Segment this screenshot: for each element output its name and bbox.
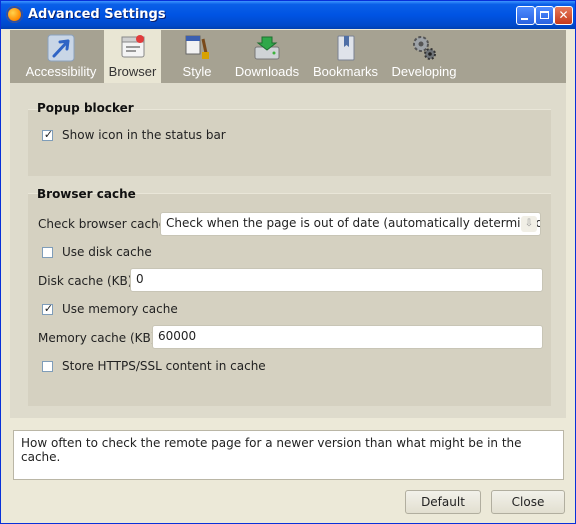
disk-cache-label: Disk cache (KB) — [38, 274, 133, 288]
use-memory-cache-checkbox[interactable]: ✓ — [42, 302, 54, 315]
minimize-icon — [521, 18, 528, 20]
browser-cache-title: Browser cache — [37, 187, 136, 201]
close-icon: ✕ — [558, 8, 569, 22]
store-https-checkbox[interactable] — [42, 361, 53, 372]
maximize-button[interactable] — [535, 6, 554, 25]
brush-icon — [185, 35, 209, 59]
maximize-icon — [540, 11, 549, 19]
gears-icon — [413, 36, 436, 60]
arrow-pointer-icon — [47, 34, 75, 62]
tab-label: Accessibility — [25, 64, 97, 79]
memory-cache-input[interactable]: 60000 — [152, 325, 543, 349]
close-window-button[interactable]: ✕ — [554, 6, 573, 25]
tab-label: Style — [182, 64, 212, 79]
tab-label: Bookmarks — [313, 64, 379, 79]
use-disk-cache-label: Use disk cache — [62, 245, 152, 259]
browser-icon — [121, 35, 144, 58]
close-button[interactable]: Close — [491, 490, 565, 514]
default-button[interactable]: Default — [405, 490, 481, 514]
tab-bookmarks[interactable]: Bookmarks — [313, 30, 378, 83]
show-icon-label: Show icon in the status bar — [62, 128, 226, 142]
memory-cache-label: Memory cache (KB) — [38, 331, 156, 345]
download-drive-icon — [254, 36, 280, 60]
bookmark-book-icon — [337, 35, 354, 61]
title-bar[interactable]: Advanced Settings ✕ — [1, 1, 575, 29]
use-disk-cache-checkbox[interactable] — [42, 247, 53, 258]
tab-label: Developing — [391, 64, 457, 79]
firefox-icon — [6, 6, 23, 23]
dropdown-arrow-icon: ⇩ — [521, 216, 537, 232]
tab-downloads[interactable]: Downloads — [232, 30, 302, 83]
window-title: Advanced Settings — [28, 7, 166, 22]
show-icon-checkbox[interactable]: ✓ — [42, 128, 54, 141]
minimize-button[interactable] — [516, 6, 535, 25]
disk-cache-input[interactable]: 0 — [130, 268, 543, 292]
use-memory-cache-label: Use memory cache — [62, 302, 178, 316]
tab-label: Browser — [108, 64, 157, 79]
popup-blocker-title: Popup blocker — [37, 101, 134, 115]
settings-toolbar: Accessibility Browser Style Downloads Bo… — [10, 30, 566, 83]
tab-style[interactable]: Style — [172, 30, 222, 83]
check-cache-value: Check when the page is out of date (auto… — [166, 216, 541, 230]
store-https-label: Store HTTPS/SSL content in cache — [62, 359, 266, 373]
check-cache-label: Check browser cache — [38, 217, 167, 231]
settings-panel: Popup blocker ✓ Show icon in the status … — [10, 83, 566, 418]
tab-developing[interactable]: Developing — [390, 30, 458, 83]
popup-blocker-group — [28, 109, 551, 176]
advanced-settings-window: Advanced Settings ✕ Accessibility Browse… — [0, 0, 576, 524]
check-cache-select[interactable]: Check when the page is out of date (auto… — [160, 212, 541, 236]
tab-browser[interactable]: Browser — [104, 30, 161, 83]
checkmark-icon: ✓ — [43, 128, 54, 141]
tab-accessibility[interactable]: Accessibility — [24, 30, 98, 83]
description-box: How often to check the remote page for a… — [13, 430, 564, 480]
checkmark-icon: ✓ — [43, 302, 54, 315]
tab-label: Downloads — [234, 64, 300, 79]
